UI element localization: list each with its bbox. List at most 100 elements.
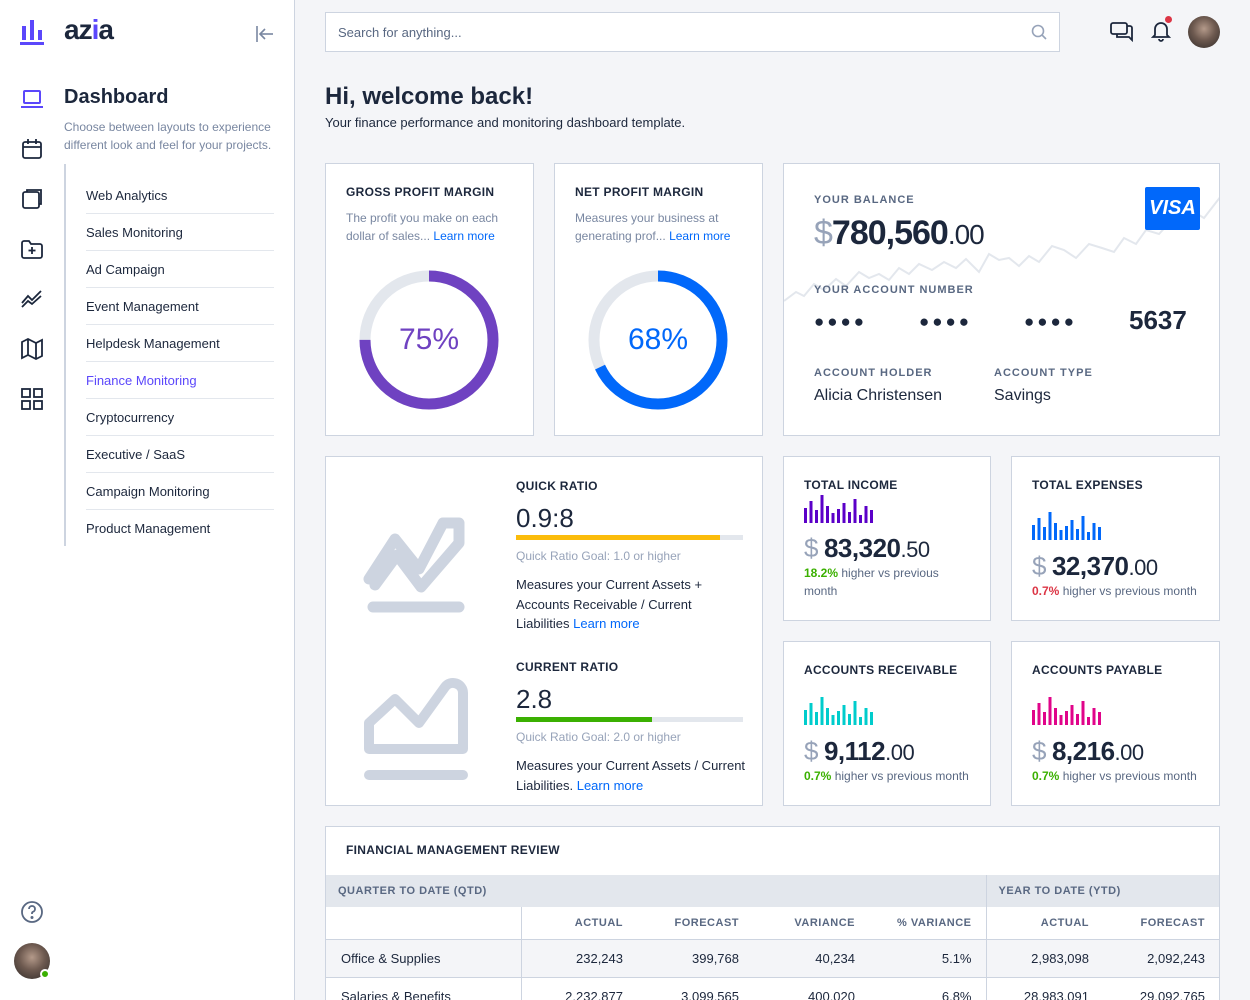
nav-item-event-management[interactable]: Event Management (86, 288, 274, 325)
sparkline-bar (848, 512, 851, 523)
calendar-icon[interactable] (20, 137, 44, 161)
nav-item-web-analytics[interactable]: Web Analytics (86, 177, 274, 214)
layers-icon[interactable] (20, 187, 44, 211)
messages-icon[interactable] (1110, 20, 1134, 47)
financial-review-table: Quarter to Date (QTD) Year to Date (YTD)… (326, 875, 1219, 1000)
sparkline-bar (1054, 708, 1057, 725)
sparkline-bar (1032, 525, 1035, 540)
gross-learn-more-link[interactable]: Learn more (433, 229, 494, 243)
qtd-header: Quarter to Date (QTD) (326, 875, 986, 907)
grid-icon[interactable] (20, 387, 44, 411)
search-icon[interactable] (1031, 24, 1047, 45)
table-cell: 399,768 (637, 939, 753, 978)
sparkline-bar (826, 708, 829, 725)
current-ratio-value: 2.8 (516, 684, 553, 714)
sparkline-bar (842, 705, 846, 725)
sparkline-bar (842, 503, 846, 523)
nav-item-campaign-monitoring[interactable]: Campaign Monitoring (86, 473, 274, 510)
table-cell: 2,983,098 (985, 939, 1103, 978)
financial-review-title: Financial Management Review (346, 843, 560, 857)
nav-item-ad-campaign[interactable]: Ad Campaign (86, 251, 274, 288)
sparkline-bar (1065, 526, 1068, 540)
sparkline-bar (1070, 705, 1074, 725)
app-logo[interactable]: azia (64, 14, 114, 46)
bar-chart-logo-icon[interactable] (19, 18, 45, 51)
nav-item-helpdesk-management[interactable]: Helpdesk Management (86, 325, 274, 362)
net-profit-title: Net Profit Margin (575, 185, 704, 199)
quick-ratio-goal: Quick Ratio Goal: 1.0 or higher (516, 549, 681, 563)
quick-ratio-fill (516, 535, 721, 540)
nav-item-sales-monitoring[interactable]: Sales Monitoring (86, 214, 274, 251)
sparkline-bar (831, 513, 835, 523)
sparkline-bar (837, 509, 840, 523)
gross-profit-desc: The profit you make on each dollar of sa… (346, 211, 499, 243)
accounts-payable-card: Accounts Payable $8,216.00 0.7% higher v… (1011, 641, 1220, 806)
nav-description: Choose between layouts to experience dif… (64, 120, 272, 152)
line-chart-icon (361, 509, 471, 619)
qtd-actual-header: Actual (521, 907, 637, 940)
table-cell: 2,092,243 (1103, 939, 1219, 978)
notification-bell-icon[interactable] (1150, 20, 1172, 47)
online-status-dot (40, 969, 50, 979)
sparkline-bar (1043, 712, 1046, 725)
accounts-receivable-title: Accounts Receivable (804, 663, 958, 677)
nav-item-product-management[interactable]: Product Management (86, 510, 274, 547)
laptop-icon[interactable] (20, 87, 44, 111)
user-avatar[interactable] (14, 943, 50, 979)
sparkline-bar (1081, 701, 1085, 725)
accounts-receivable-change: 0.7% higher vs previous month (804, 769, 969, 783)
quick-ratio-desc: Measures your Current Assets + Accounts … (516, 577, 703, 631)
sparkline-bar (820, 697, 824, 725)
trending-chart-icon[interactable] (20, 287, 44, 311)
nav-item-finance-monitoring[interactable]: Finance Monitoring (86, 362, 274, 399)
account-number-label: Your Account Number (814, 284, 974, 296)
help-icon[interactable] (20, 900, 44, 929)
total-expenses-amount: $32,370.00 (1032, 551, 1158, 581)
folder-plus-icon[interactable] (20, 237, 44, 261)
quick-learn-more-link[interactable]: Learn more (573, 616, 639, 631)
logo-row: azia (0, 0, 295, 64)
sidebar: azia Dashboard Choose between layouts to… (0, 0, 295, 1000)
current-learn-more-link[interactable]: Learn more (577, 778, 643, 793)
total-income-sparkline (804, 495, 873, 523)
nav-title: Dashboard (64, 86, 169, 108)
nav-item-cryptocurrency[interactable]: Cryptocurrency (86, 399, 274, 436)
sparkline-bar (809, 703, 813, 725)
row-name: Office & Supplies (326, 939, 522, 978)
sparkline-bar (804, 710, 807, 725)
net-profit-card: Net Profit Margin Measures your business… (554, 163, 763, 436)
visa-card-logo: VISA (1145, 187, 1200, 230)
sparkline-bar (1037, 703, 1041, 725)
sparkline-bar (1098, 712, 1101, 725)
sparkline-bar (848, 714, 851, 725)
gross-profit-title: Gross Profit Margin (346, 185, 495, 199)
sparkline-bar (870, 712, 873, 725)
map-icon[interactable] (20, 337, 44, 361)
nav-item-executive-saas[interactable]: Executive / SaaS (86, 436, 274, 473)
quick-ratio-bar (516, 535, 743, 540)
sparkline-bar (1076, 714, 1079, 725)
area-chart-icon (361, 677, 471, 787)
total-expenses-card: Total Expenses $32,370.00 0.7% higher vs… (1011, 456, 1220, 621)
gross-profit-card: Gross Profit Margin The profit you make … (325, 163, 534, 436)
table-cell: 2,232,877 (521, 977, 637, 1000)
accounts-receivable-amount: $9,112.00 (804, 736, 915, 766)
sparkline-bar (815, 712, 818, 725)
name-column-header (326, 907, 522, 940)
net-profit-value: 68% (627, 323, 689, 356)
ytd-header: Year to Date (YTD) (985, 875, 1219, 907)
sparkline-bar (1087, 717, 1090, 725)
net-learn-more-link[interactable]: Learn more (669, 229, 730, 243)
search-input[interactable] (326, 13, 1006, 51)
sparkline-bar (831, 715, 835, 725)
collapse-sidebar-icon[interactable] (254, 24, 274, 49)
table-cell: 3,099,565 (637, 977, 753, 1000)
sparkline-bar (1037, 518, 1041, 540)
accounts-payable-change: 0.7% higher vs previous month (1032, 769, 1197, 783)
gross-profit-donut: 75% (359, 270, 499, 410)
sparkline-bar (870, 510, 873, 523)
header-avatar[interactable] (1188, 16, 1220, 48)
ratio-card: Quick Ratio 0.9:8 Quick Ratio Goal: 1.0 … (325, 456, 763, 806)
financial-review-card: Financial Management Review Quarter to D… (325, 826, 1220, 1000)
current-ratio-desc: Measures your Current Assets / Current L… (516, 758, 746, 793)
